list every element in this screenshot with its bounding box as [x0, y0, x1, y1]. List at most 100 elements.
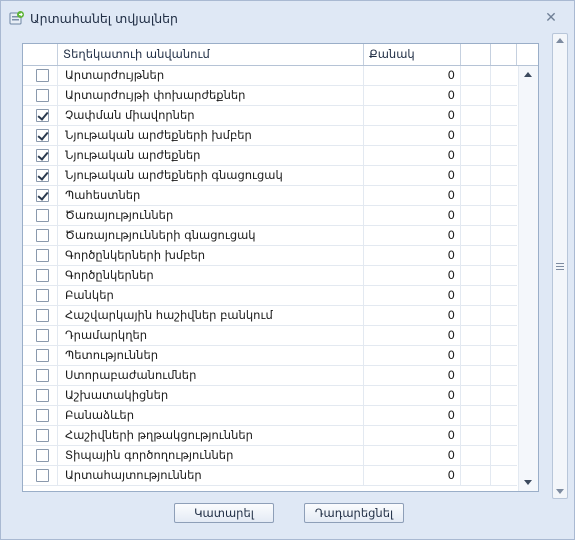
dialog-scroll-down-icon[interactable] [556, 489, 564, 494]
row-quantity: 0 [364, 386, 461, 406]
row-checkbox[interactable] [36, 329, 49, 342]
row-extra-cell-1 [461, 106, 491, 126]
row-checkbox[interactable] [36, 209, 49, 222]
row-extra-cell-2 [491, 66, 517, 86]
table-row[interactable]: Դրամարկղեր 0 [23, 326, 517, 346]
row-checkbox[interactable] [36, 249, 49, 262]
table-row[interactable]: Գործընկերների խմբեր 0 [23, 246, 517, 266]
scroll-thumb-grip-icon[interactable] [556, 263, 564, 270]
row-checkbox[interactable] [36, 449, 49, 462]
row-quantity: 0 [364, 86, 461, 106]
row-select-cell [23, 446, 58, 466]
row-select-cell [23, 86, 58, 106]
row-name: Բանաձևեր [58, 406, 364, 426]
table-row[interactable]: Աշխատակիցներ 0 [23, 386, 517, 406]
cancel-button[interactable]: Դադարեցնել [304, 503, 404, 523]
table-row[interactable]: Նյութական արժեքների խմբեր 0 [23, 126, 517, 146]
row-extra-cell-1 [461, 246, 491, 266]
row-quantity: 0 [364, 66, 461, 86]
row-checkbox[interactable] [36, 189, 49, 202]
row-extra-cell-2 [491, 166, 517, 186]
row-checkbox[interactable] [36, 169, 49, 182]
row-extra-cell-2 [491, 406, 517, 426]
dialog-vertical-scrollbar[interactable] [552, 33, 568, 499]
row-checkbox[interactable] [36, 469, 49, 482]
table-row[interactable]: Ծառայությունների գնացուցակ 0 [23, 226, 517, 246]
table-row[interactable]: Չափման միավորներ 0 [23, 106, 517, 126]
row-checkbox[interactable] [36, 309, 49, 322]
title-bar[interactable]: Արտահանել տվյալներ ✕ [1, 1, 574, 33]
table-row[interactable]: Պահեստներ 0 [23, 186, 517, 206]
row-checkbox[interactable] [36, 89, 49, 102]
row-quantity: 0 [364, 286, 461, 306]
row-checkbox[interactable] [36, 109, 49, 122]
table-row[interactable]: Հաշիվների թղթակցություններ 0 [23, 426, 517, 446]
table-row[interactable]: Արտարժույթներ 0 [23, 66, 517, 86]
row-extra-cell-1 [461, 286, 491, 306]
row-extra-cell-2 [491, 286, 517, 306]
row-extra-cell-1 [461, 86, 491, 106]
table-row[interactable]: Պետություններ 0 [23, 346, 517, 366]
row-extra-cell-2 [491, 246, 517, 266]
row-quantity: 0 [364, 226, 461, 246]
row-select-cell [23, 206, 58, 226]
table-row[interactable]: Ծառայություններ 0 [23, 206, 517, 226]
row-name: Չափման միավորներ [58, 106, 364, 126]
table-row[interactable]: Բանկեր 0 [23, 286, 517, 306]
scroll-down-icon[interactable] [524, 480, 532, 485]
export-icon [9, 11, 24, 25]
header-extra-column-2[interactable] [491, 44, 517, 65]
row-checkbox[interactable] [36, 129, 49, 142]
table-row[interactable]: Տիպային գործողություններ 0 [23, 446, 517, 466]
directories-grid: Տեղեկատուի անվանում Քանակ Արտարժույթներ 0… [22, 43, 539, 492]
table-row[interactable]: Արտահայտություններ 0 [23, 466, 517, 486]
table-row[interactable]: Նյութական արժեքներ 0 [23, 146, 517, 166]
row-extra-cell-2 [491, 206, 517, 226]
header-name-column[interactable]: Տեղեկատուի անվանում [58, 44, 364, 65]
row-quantity: 0 [364, 446, 461, 466]
row-quantity: 0 [364, 266, 461, 286]
row-quantity: 0 [364, 306, 461, 326]
table-row[interactable]: Արտարժույթի փոխարժեքներ 0 [23, 86, 517, 106]
row-checkbox[interactable] [36, 369, 49, 382]
row-checkbox[interactable] [36, 149, 49, 162]
row-extra-cell-1 [461, 426, 491, 446]
table-row[interactable]: Ստորաբաժանումներ 0 [23, 366, 517, 386]
row-checkbox[interactable] [36, 229, 49, 242]
row-checkbox[interactable] [36, 429, 49, 442]
run-button[interactable]: Կատարել [174, 503, 274, 523]
dialog-scroll-up-icon[interactable] [556, 38, 564, 43]
row-checkbox[interactable] [36, 69, 49, 82]
row-checkbox[interactable] [36, 349, 49, 362]
row-checkbox[interactable] [36, 269, 49, 282]
grid-vertical-scrollbar[interactable] [518, 66, 538, 491]
row-select-cell [23, 246, 58, 266]
row-name: Աշխատակիցներ [58, 386, 364, 406]
header-extra-column-1[interactable] [461, 44, 491, 65]
row-checkbox[interactable] [36, 289, 49, 302]
table-row[interactable]: Գործընկերներ 0 [23, 266, 517, 286]
table-row[interactable]: Նյութական արժեքների գնացուցակ 0 [23, 166, 517, 186]
table-row[interactable]: Բանաձևեր 0 [23, 406, 517, 426]
header-select-column[interactable] [23, 44, 58, 65]
row-extra-cell-1 [461, 166, 491, 186]
row-checkbox[interactable] [36, 389, 49, 402]
row-quantity: 0 [364, 466, 461, 486]
close-icon[interactable]: ✕ [544, 11, 558, 25]
row-checkbox[interactable] [36, 409, 49, 422]
row-extra-cell-1 [461, 266, 491, 286]
header-qty-column[interactable]: Քանակ [364, 44, 461, 65]
row-extra-cell-2 [491, 86, 517, 106]
row-select-cell [23, 386, 58, 406]
scroll-up-icon[interactable] [524, 72, 532, 77]
row-extra-cell-1 [461, 206, 491, 226]
row-select-cell [23, 126, 58, 146]
row-select-cell [23, 366, 58, 386]
row-name: Հաշվարկային հաշիվներ բանկում [58, 306, 364, 326]
row-name: Բանկեր [58, 286, 364, 306]
grid-header: Տեղեկատուի անվանում Քանակ [23, 44, 538, 66]
row-extra-cell-1 [461, 326, 491, 346]
row-extra-cell-1 [461, 66, 491, 86]
row-extra-cell-2 [491, 106, 517, 126]
table-row[interactable]: Հաշվարկային հաշիվներ բանկում 0 [23, 306, 517, 326]
